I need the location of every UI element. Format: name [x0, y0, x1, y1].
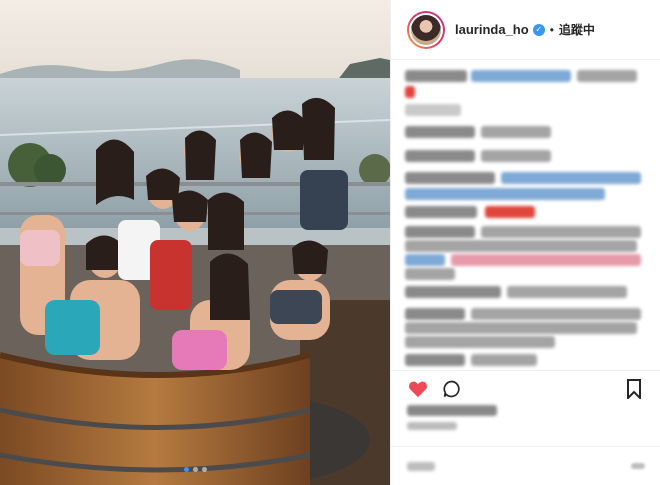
- add-comment-bar: [391, 446, 660, 485]
- comment-author[interactable]: [405, 172, 495, 184]
- comment-emoji: [485, 206, 535, 218]
- comment-author[interactable]: [405, 354, 465, 366]
- carousel-dot-1[interactable]: [183, 467, 189, 472]
- post-header: laurinda_ho ✓ • 追蹤中: [391, 0, 660, 60]
- comment-author[interactable]: [405, 226, 475, 238]
- carousel-dot-3[interactable]: [201, 467, 207, 472]
- carousel-indicator[interactable]: [0, 467, 390, 472]
- comment-emoji: [405, 86, 415, 98]
- comment-author[interactable]: [405, 150, 475, 162]
- comment-text: [577, 70, 637, 82]
- post-timestamp: [407, 422, 457, 430]
- comment-author[interactable]: [405, 126, 475, 138]
- comment-author[interactable]: [405, 206, 477, 218]
- photo-scene: [0, 0, 390, 485]
- comment-text: [471, 308, 641, 320]
- comment-text: [405, 240, 637, 252]
- post-actions-bar: [391, 370, 660, 404]
- separator: •: [549, 22, 554, 37]
- carousel-dot-2[interactable]: [192, 467, 198, 472]
- bookmark-icon[interactable]: [623, 378, 645, 400]
- comment-text: [405, 322, 637, 334]
- comment-text: [481, 226, 641, 238]
- comments-list: [405, 64, 650, 366]
- post-photo[interactable]: [0, 0, 390, 485]
- avatar[interactable]: [407, 10, 445, 49]
- comment-text: [405, 188, 605, 200]
- comment-text: [451, 254, 641, 266]
- comment-text: [405, 336, 555, 348]
- comment-text: [481, 126, 551, 138]
- verified-badge-icon: ✓: [532, 23, 545, 36]
- more-options-icon[interactable]: [631, 463, 645, 469]
- comment-author[interactable]: [405, 308, 465, 320]
- comment-author[interactable]: [405, 70, 467, 82]
- comment-mention[interactable]: [471, 70, 571, 82]
- comment-meta: [405, 104, 461, 116]
- comment-text: [405, 268, 455, 280]
- comment-author[interactable]: [405, 286, 501, 298]
- heart-filled-icon[interactable]: [407, 378, 429, 400]
- comment-text: [507, 286, 627, 298]
- post-side-panel: laurinda_ho ✓ • 追蹤中: [390, 0, 660, 485]
- likes-count[interactable]: [407, 405, 497, 416]
- comment-text: [405, 254, 445, 266]
- comment-text: [481, 150, 551, 162]
- comment-text: [471, 354, 537, 366]
- follow-status-button[interactable]: 追蹤中: [559, 21, 595, 38]
- comment-mention[interactable]: [501, 172, 641, 184]
- add-comment-input[interactable]: [407, 462, 435, 471]
- speech-bubble-icon[interactable]: [441, 378, 463, 400]
- username-link[interactable]: laurinda_ho: [455, 22, 529, 37]
